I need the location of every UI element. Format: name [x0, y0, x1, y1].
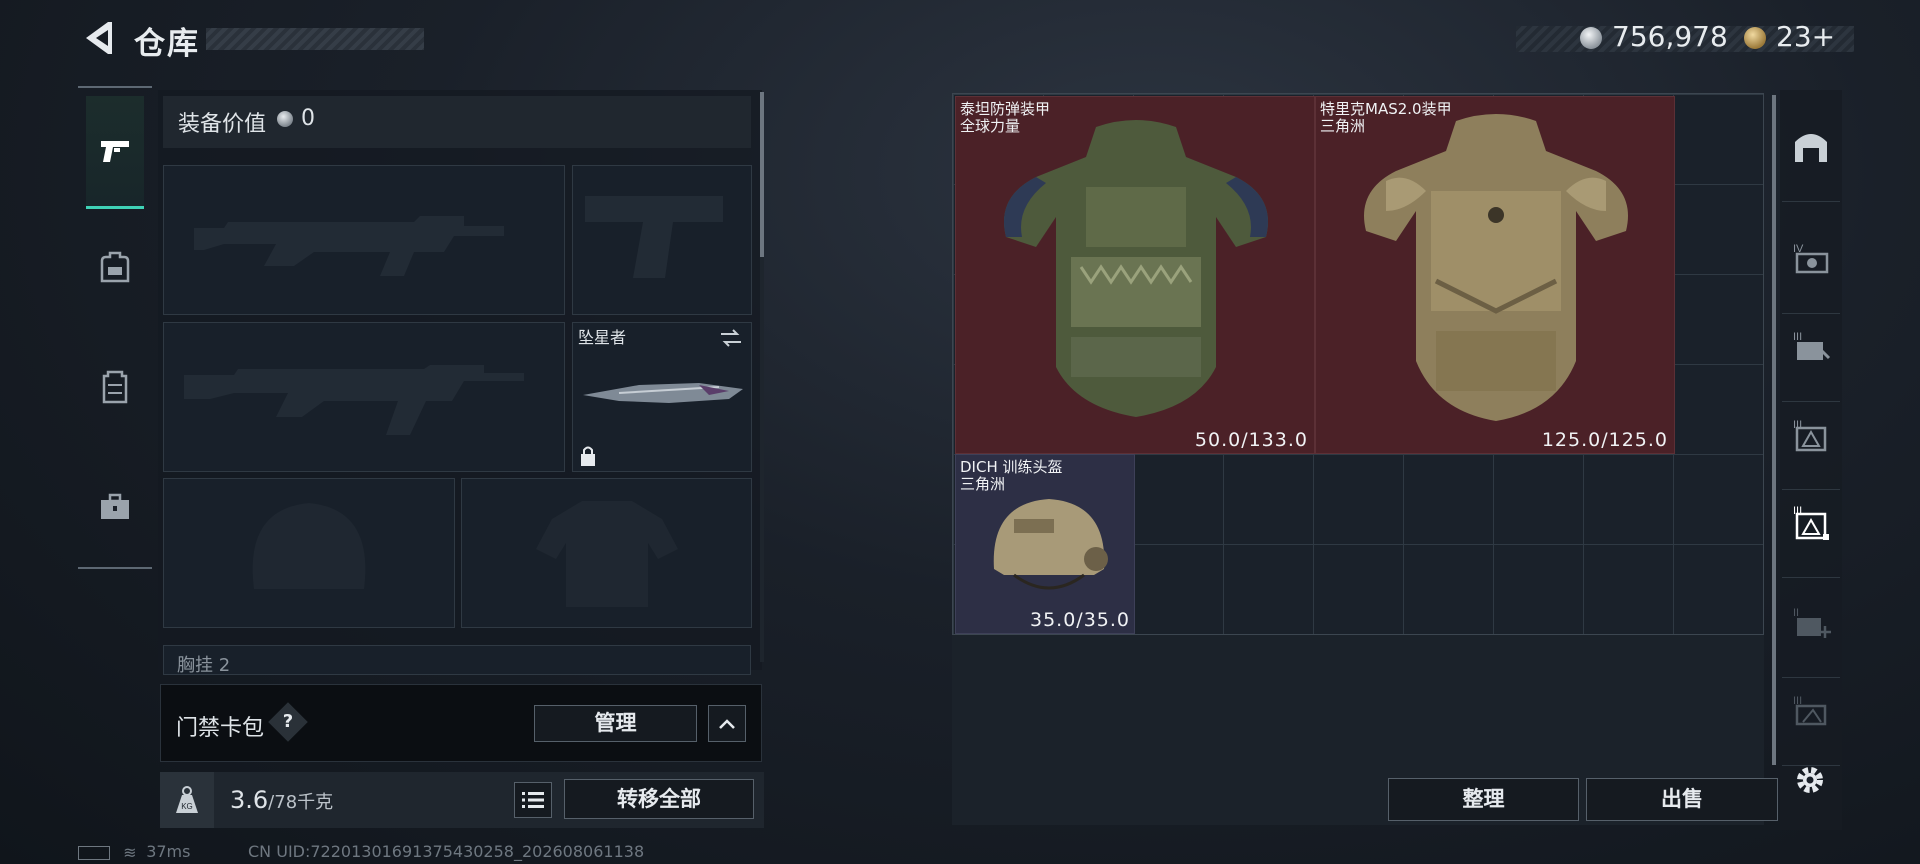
chest-rig-label: 胸挂 2	[177, 651, 230, 677]
weight-max: /78千克	[268, 792, 334, 813]
helmet-slot[interactable]	[163, 478, 455, 628]
ticket-value[interactable]: 23+	[1776, 20, 1835, 53]
filter-all[interactable]	[1782, 90, 1840, 202]
list-icon	[522, 792, 544, 808]
item-name: DICH 训练头盔	[960, 458, 1063, 476]
briefcase-icon	[101, 493, 129, 519]
tier-iii-misc-icon: III	[1793, 695, 1827, 725]
rifle-silhouette-icon	[184, 365, 524, 435]
settings-button[interactable]	[1790, 760, 1830, 800]
weight-icon-label: KG	[181, 802, 193, 811]
helmet-silhouette-icon	[252, 503, 366, 589]
tier-iii-key-icon: III	[1793, 331, 1831, 360]
svg-text:II: II	[1793, 607, 1799, 619]
svg-text:III: III	[1793, 331, 1802, 343]
body-armor-icon	[1364, 114, 1628, 421]
equipment-value-label: 装备价值	[178, 112, 267, 137]
storage-item[interactable]: 特里克MAS2.0装甲 三角洲 125.0/125.0	[1315, 96, 1675, 454]
wifi-icon: ≋	[123, 843, 137, 862]
weight-value: 3.6/78千克	[230, 786, 333, 814]
knife-icon	[583, 383, 743, 403]
storage-item[interactable]: 泰坦防弹装甲 全球力量 50.0/133.0	[955, 96, 1315, 454]
weight-current: 3.6	[230, 786, 269, 814]
tab-weapons[interactable]	[86, 96, 144, 209]
armor-silhouette-icon	[536, 501, 678, 607]
silver-coin-icon	[1580, 27, 1602, 49]
primary-weapon-slot-1[interactable]	[163, 165, 565, 315]
collapse-button[interactable]	[708, 705, 746, 742]
storage-scrollbar[interactable]	[1772, 95, 1776, 765]
ticket-count: 23	[1776, 20, 1812, 53]
storage-item[interactable]: DICH 训练头盔 三角洲 35.0/35.0	[955, 454, 1135, 634]
pistol-silhouette-icon	[585, 196, 723, 278]
tier-iii-armor-icon: III	[1793, 419, 1827, 451]
all-items-icon	[1795, 133, 1827, 162]
transfer-all-button[interactable]: 转移全部	[564, 779, 754, 819]
helmet-icon	[993, 499, 1108, 590]
filter-tier-iii-misc[interactable]: III	[1782, 654, 1840, 766]
sell-button[interactable]: 出售	[1586, 778, 1778, 821]
chest-rig-slot[interactable]	[163, 645, 751, 675]
equipment-scrollbar-thumb[interactable]	[760, 92, 764, 257]
backpack-icon	[100, 251, 130, 283]
back-arrow-icon[interactable]	[78, 18, 114, 58]
tier-ii-medical-icon: II	[1793, 607, 1831, 638]
armor-slot[interactable]	[461, 478, 752, 628]
chevron-up-icon	[719, 718, 735, 729]
tab-backpack[interactable]	[86, 222, 144, 312]
filter-tier-iii-armor-selected[interactable]: III	[1782, 466, 1840, 578]
tier-iv-item-icon: IV	[1793, 243, 1829, 273]
ping-value: 37ms	[146, 842, 191, 861]
help-icon-mark[interactable]: ?	[274, 708, 302, 736]
gear-icon	[1797, 767, 1823, 793]
weight-icon: KG	[160, 772, 214, 828]
vest-icon	[102, 370, 128, 404]
item-durability: 50.0/133.0	[1194, 429, 1308, 451]
silver-coin-icon	[277, 111, 293, 127]
currency-value[interactable]: 756,978	[1612, 20, 1728, 53]
tab-chest-rig[interactable]	[86, 342, 144, 432]
sort-button[interactable]: 整理	[1388, 778, 1579, 821]
list-view-button[interactable]	[514, 782, 552, 818]
tab-case[interactable]	[86, 462, 144, 552]
tier-iii-armor-selected-icon: III	[1793, 505, 1829, 540]
item-durability: 125.0/125.0	[1541, 429, 1668, 451]
keycard-label: 门禁卡包	[176, 716, 265, 741]
tabs-divider-bottom	[78, 567, 152, 569]
equipment-value-amount: 0	[301, 106, 315, 131]
item-durability: 35.0/35.0	[1029, 609, 1130, 631]
manage-button[interactable]: 管理	[534, 705, 697, 742]
melee-name: 坠星者	[578, 328, 627, 347]
ticket-plus: +	[1811, 20, 1836, 53]
rifle-silhouette-icon	[194, 216, 504, 276]
gold-token-icon	[1744, 27, 1766, 49]
tabs-divider-top	[78, 86, 152, 88]
battery-icon	[78, 845, 110, 860]
body-armor-icon	[1004, 120, 1268, 417]
pistol-icon	[101, 141, 129, 162]
uid-text: CN UID:722013016913754302​58_20260806113…	[248, 842, 645, 861]
lock-icon	[581, 446, 595, 466]
swap-icon[interactable]	[719, 327, 743, 349]
status-bar: ≋ 37ms	[78, 842, 190, 862]
pistol-slot[interactable]	[572, 165, 752, 315]
chest-rig-count: 2	[218, 655, 231, 676]
title-decoration	[206, 28, 424, 50]
page-title: 仓库	[134, 26, 200, 62]
item-name: 泰坦防弹装甲	[960, 100, 1051, 118]
primary-weapon-slot-2[interactable]	[163, 322, 565, 472]
chest-rig-label-text: 胸挂	[177, 655, 213, 676]
